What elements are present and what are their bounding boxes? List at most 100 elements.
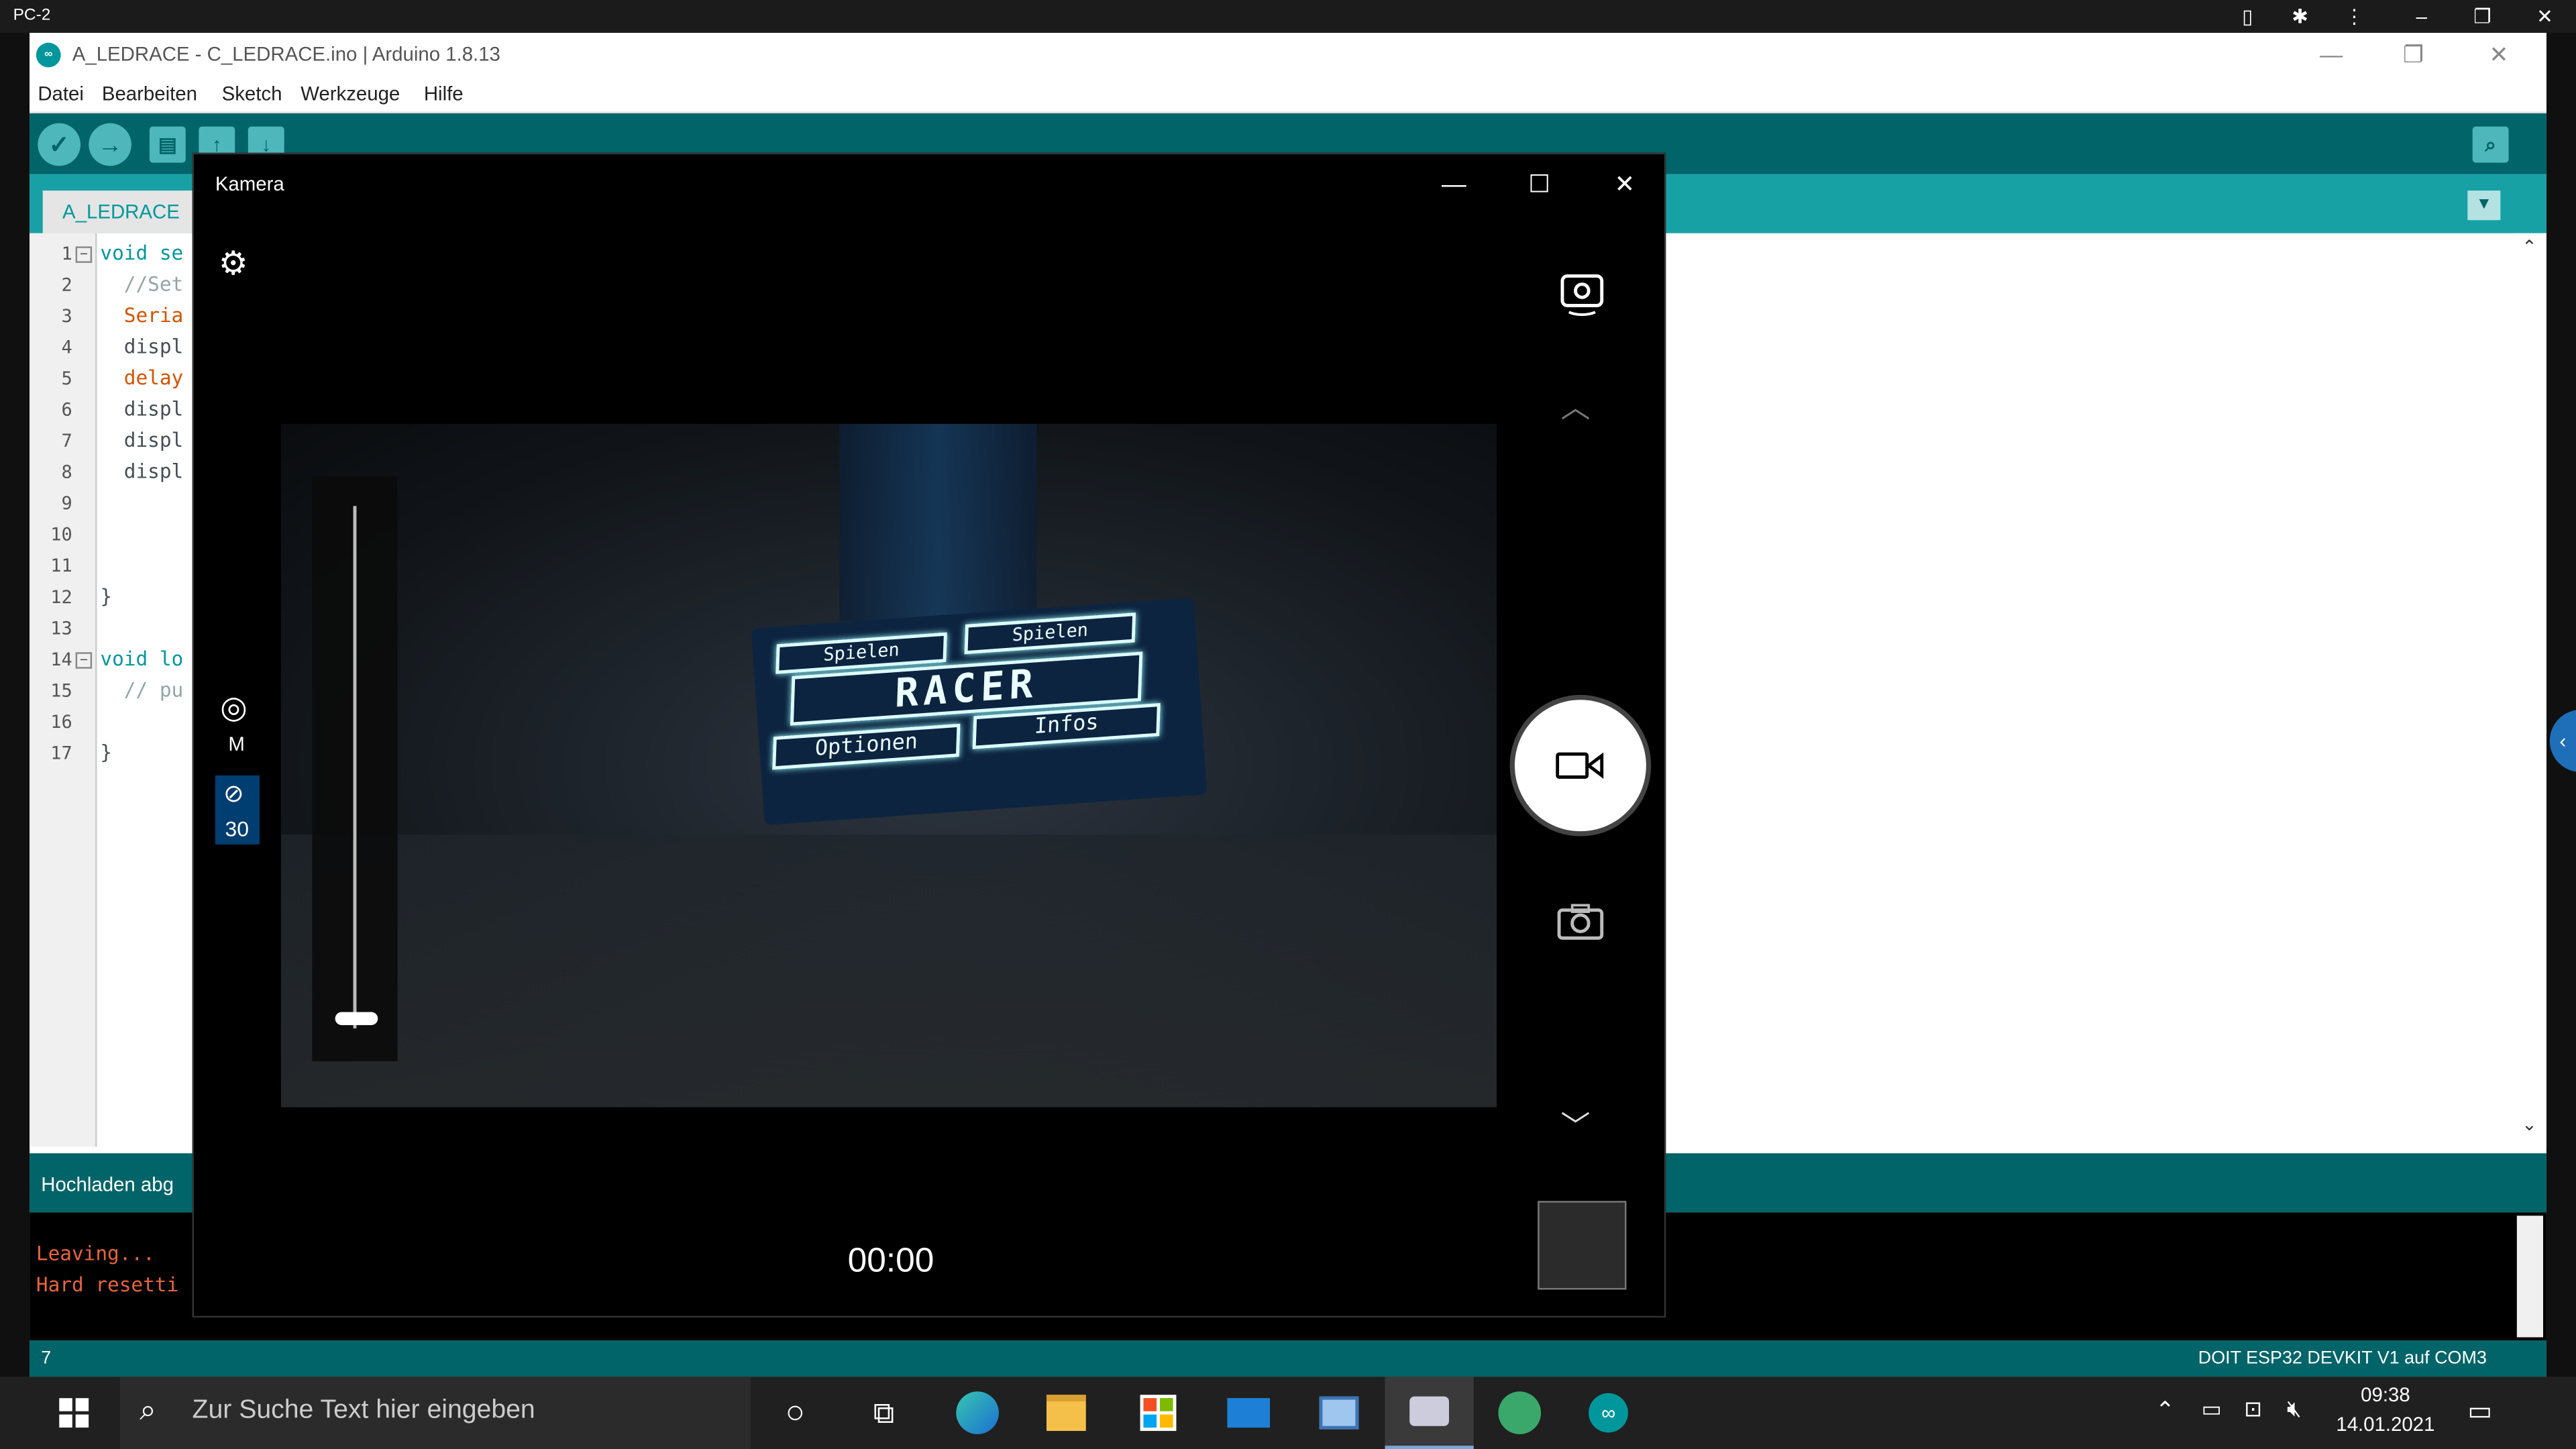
line-gutter: 1−2 3 4 5 6 7 8 9 10 11 12 13 14−15 16 17 — [30, 233, 97, 1147]
line-number: 13 — [50, 617, 72, 639]
code-line: //Set — [100, 272, 184, 296]
restore-icon[interactable]: ❐ — [2467, 1, 2497, 31]
arduino-app-icon[interactable]: ∞ — [1564, 1377, 1652, 1449]
timer-icon: ⊘ — [223, 780, 244, 808]
battery-icon[interactable]: ▭ — [2202, 1397, 2222, 1423]
menu-sketch[interactable]: Sketch — [222, 82, 282, 105]
file-explorer-icon[interactable] — [1022, 1377, 1110, 1449]
oled-optionen: Optionen — [772, 723, 961, 770]
line-number: 12 — [50, 586, 72, 608]
scroll-down-icon[interactable]: ⌄ — [2522, 1114, 2537, 1135]
last-capture-thumbnail[interactable] — [1538, 1201, 1627, 1290]
board-info: DOIT ESP32 DEVKIT V1 auf COM3 — [2198, 1348, 2487, 1369]
line-number: 2 — [61, 274, 72, 296]
close-icon[interactable]: ✕ — [2474, 38, 2523, 70]
record-video-button[interactable] — [1514, 700, 1646, 832]
remote-desktop-title: PC-2 — [13, 6, 51, 25]
camera-window: Kamera — ☐ ✕ ⚙ ︿ Spielen Spielen RACER O… — [192, 152, 1666, 1318]
minimize-icon[interactable]: – — [2407, 1, 2436, 31]
more-icon[interactable]: ⋮ — [2339, 1, 2369, 31]
oled-spielen-right: Spielen — [964, 612, 1136, 655]
camera-preview: Spielen Spielen RACER Optionen Infos — [280, 423, 1497, 1108]
maximize-icon[interactable]: ❐ — [2389, 38, 2438, 70]
tab-menu-button[interactable]: ▼ — [2467, 191, 2501, 221]
timer-button[interactable]: ⊘ 30 — [215, 775, 260, 845]
switch-camera-icon[interactable] — [1554, 263, 1610, 319]
code-line: delay — [100, 366, 184, 390]
scroll-up-icon[interactable]: ⌃ — [2522, 237, 2537, 258]
code-line: } — [100, 584, 113, 608]
pro-mode-icon[interactable]: ◎ — [220, 690, 248, 728]
ribbon-cable — [839, 423, 1037, 621]
video-camera-icon — [1556, 752, 1604, 779]
network-icon[interactable]: ⊡ — [2244, 1397, 2262, 1423]
menu-datei[interactable]: Datei — [38, 82, 84, 105]
code-line: Seria — [100, 304, 184, 327]
menu-hilfe[interactable]: Hilfe — [424, 82, 464, 105]
taskbar: ⌕ Zur Suche Text hier eingeben ○ ⧉ ∞ ⌃ ▭… — [0, 1377, 2576, 1449]
cursor-line-number: 7 — [41, 1348, 52, 1369]
chevron-up-icon[interactable]: ︿ — [1561, 384, 1591, 427]
chevron-down-icon[interactable]: ﹀ — [1561, 1104, 1591, 1147]
side-panel-arrow-icon[interactable]: ‹ — [2549, 709, 2576, 773]
recording-elapsed-time: 00:00 — [847, 1242, 934, 1280]
fold-toggle-icon[interactable]: − — [75, 652, 93, 669]
minimize-icon[interactable]: — — [2306, 38, 2355, 70]
extension-icon[interactable]: ✱ — [2286, 1, 2315, 31]
volume-muted-icon[interactable]: 🔇︎ — [2287, 1395, 2302, 1423]
close-icon[interactable]: ✕ — [1587, 161, 1663, 207]
taskbar-clock[interactable]: 09:38 14.01.2021 — [2328, 1380, 2443, 1439]
edge-icon[interactable] — [933, 1377, 1022, 1449]
camera-app-icon[interactable] — [1385, 1377, 1474, 1449]
mail-icon[interactable] — [1204, 1377, 1293, 1449]
line-number: 7 — [61, 430, 72, 452]
camera-window-title: Kamera — [215, 172, 284, 196]
task-view-icon[interactable]: ⧉ — [839, 1377, 928, 1449]
atom-app-icon[interactable] — [1475, 1377, 1564, 1449]
clipboard-icon[interactable]: ▯ — [2233, 1, 2262, 31]
minimize-icon[interactable]: — — [1416, 161, 1492, 207]
line-number: 17 — [50, 742, 72, 764]
pro-mode-label: M — [228, 733, 245, 756]
cortana-icon[interactable]: ○ — [751, 1377, 839, 1449]
new-sketch-button[interactable]: ▤ — [149, 126, 186, 163]
code-line: // pu — [100, 678, 184, 702]
fold-toggle-icon[interactable]: − — [75, 246, 93, 263]
console-scrollbar[interactable] — [2516, 1216, 2544, 1338]
notifications-icon[interactable]: ▭ — [2467, 1395, 2492, 1428]
serial-monitor-button[interactable]: ⌕ — [2472, 126, 2509, 163]
code-line: displ — [100, 460, 184, 484]
search-placeholder: Zur Suche Text hier eingeben — [192, 1396, 535, 1425]
line-number: 1 — [61, 243, 72, 265]
upload-status-text: Hochladen abg — [41, 1173, 174, 1196]
console-line: Hard resetti — [36, 1273, 179, 1297]
store-icon[interactable] — [1114, 1377, 1202, 1449]
console-line: Leaving... — [36, 1242, 155, 1265]
menu-werkzeuge[interactable]: Werkzeuge — [301, 82, 400, 105]
photo-mode-icon[interactable] — [1556, 902, 1605, 949]
settings-gear-icon[interactable]: ⚙ — [219, 243, 248, 284]
upload-button[interactable]: → — [89, 123, 131, 166]
close-icon[interactable]: ✕ — [2530, 1, 2559, 31]
timer-value: 30 — [225, 816, 249, 841]
line-number: 4 — [61, 337, 72, 358]
windows-start-icon[interactable] — [30, 1377, 118, 1449]
line-number: 16 — [50, 711, 72, 733]
line-number: 15 — [50, 680, 72, 702]
code-line: displ — [100, 397, 184, 421]
line-number: 6 — [61, 399, 72, 421]
line-number: 5 — [61, 368, 72, 390]
taskbar-search[interactable]: ⌕ Zur Suche Text hier eingeben — [119, 1377, 751, 1449]
line-number: 10 — [50, 524, 72, 546]
verify-button[interactable]: ✓ — [38, 123, 81, 166]
zoom-slider-thumb[interactable] — [335, 1012, 378, 1026]
editor-scrollbar[interactable]: ⌃ ⌄ — [2516, 233, 2546, 1147]
code-line: displ — [100, 335, 184, 358]
zoom-slider-track — [353, 506, 357, 1029]
maximize-icon[interactable]: ☐ — [1501, 161, 1577, 207]
show-hidden-icons-icon[interactable]: ⌃ — [2155, 1397, 2175, 1425]
clock-date: 14.01.2021 — [2336, 1413, 2435, 1436]
menu-bar: Datei Bearbeiten Sketch Werkzeuge Hilfe — [30, 75, 2546, 113]
remote-desktop-icon[interactable] — [1295, 1377, 1383, 1449]
menu-bearbeiten[interactable]: Bearbeiten — [102, 82, 197, 105]
